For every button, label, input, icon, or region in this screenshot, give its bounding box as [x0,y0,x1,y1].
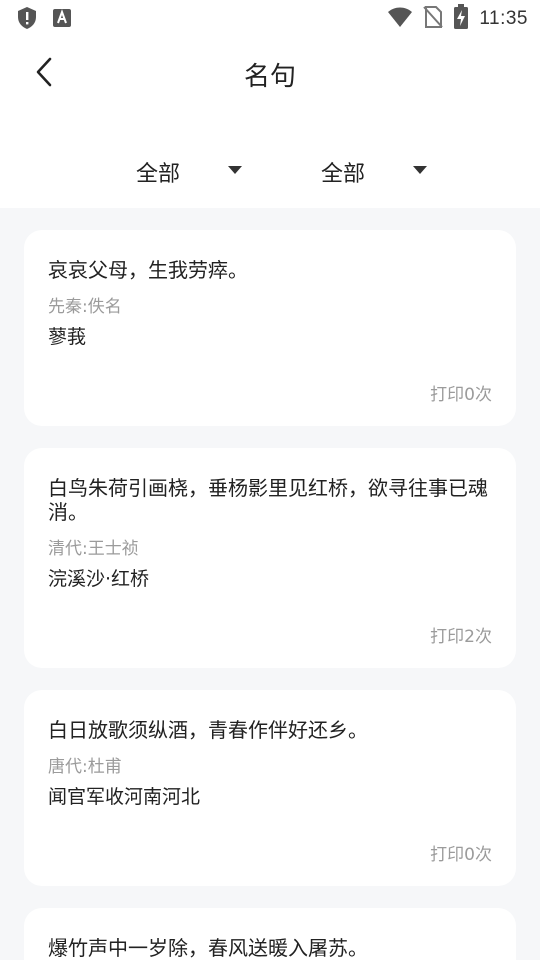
caret-down-icon [413,166,427,174]
wifi-icon [387,6,413,32]
quote-author: 清代:王士祯 [48,539,139,559]
quote-source-work: 浣溪沙·红桥 [48,568,150,590]
print-count: 打印0次 [430,845,492,865]
quote-text: 哀哀父母，生我劳瘁。 [48,258,248,282]
quote-card[interactable]: 白鸟朱荷引画桡，垂杨影里见红桥，欲寻往事已魂消。 清代:王士祯 浣溪沙·红桥 打… [24,448,516,668]
quote-author: 唐代:杜甫 [48,757,122,777]
quote-text: 爆竹声中一岁除，春风送暖入屠苏。 [48,936,368,960]
font-a-icon [52,8,72,32]
quote-card[interactable]: 爆竹声中一岁除，春风送暖入屠苏。 [24,908,516,960]
battery-charging-icon [453,4,469,34]
filter-dropdown-category[interactable]: 全部 [321,152,441,192]
no-sim-icon [423,5,444,33]
quote-card[interactable]: 哀哀父母，生我劳瘁。 先秦:佚名 蓼莪 打印0次 [24,230,516,426]
quote-author: 先秦:佚名 [48,297,122,317]
caret-down-icon [228,166,242,174]
filter-label: 全部 [136,162,181,187]
filter-label: 全部 [321,162,366,187]
status-time: 11:35 [479,8,528,29]
page-title: 名句 [243,62,296,92]
quote-source-work: 蓼莪 [48,326,87,348]
shield-alert-icon [16,6,38,34]
header-area: 11:35 名句 全部 全部 [0,0,540,208]
status-bar: 11:35 [0,0,540,36]
quote-source-work: 闻官军收河南河北 [48,786,201,808]
print-count: 打印2次 [430,627,492,647]
filter-dropdown-dynasty[interactable]: 全部 [136,152,256,192]
print-count: 打印0次 [430,385,492,405]
quote-text: 白鸟朱荷引画桡，垂杨影里见红桥，欲寻往事已魂消。 [48,476,488,524]
quote-card[interactable]: 白日放歌须纵酒，青春作伴好还乡。 唐代:杜甫 闻官军收河南河北 打印0次 [24,690,516,886]
quote-text: 白日放歌须纵酒，青春作伴好还乡。 [48,718,368,742]
